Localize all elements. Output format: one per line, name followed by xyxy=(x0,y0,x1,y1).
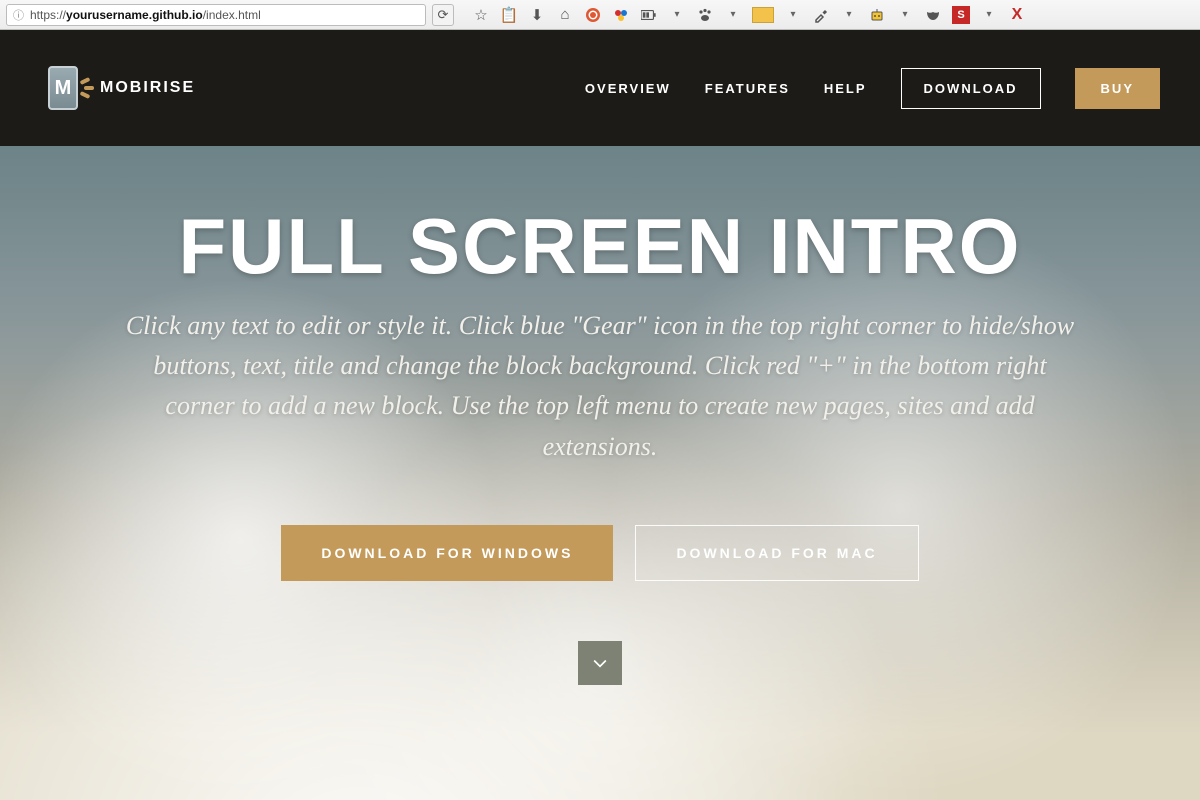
url-text: https://yourusername.github.io/index.htm… xyxy=(30,8,261,22)
scroll-down-button[interactable] xyxy=(578,641,622,685)
buy-button[interactable]: BUY xyxy=(1075,68,1160,109)
primary-nav: OVERVIEW FEATURES HELP DOWNLOAD BUY xyxy=(585,68,1160,109)
hero-title[interactable]: FULL SCREEN INTRO xyxy=(179,206,1022,288)
hero-section: FULL SCREEN INTRO Click any text to edit… xyxy=(0,146,1200,800)
clipboard-icon[interactable]: 📋 xyxy=(500,6,518,24)
brand-logo-icon: M xyxy=(40,65,86,111)
download-button[interactable]: DOWNLOAD xyxy=(901,68,1041,109)
info-icon: ⓘ xyxy=(13,7,24,23)
hero-subtitle[interactable]: Click any text to edit or style it. Clic… xyxy=(120,306,1080,467)
dropdown-icon[interactable]: ▾ xyxy=(784,6,802,24)
dropdown-icon[interactable]: ▾ xyxy=(724,6,742,24)
brand-logo-letter: M xyxy=(48,66,78,110)
duckduckgo-icon[interactable] xyxy=(584,6,602,24)
dropdown-icon[interactable]: ▾ xyxy=(980,6,998,24)
star-icon[interactable]: ☆ xyxy=(472,6,490,24)
x-badge-icon[interactable]: X xyxy=(1008,6,1026,24)
url-path: /index.html xyxy=(203,8,261,22)
chevron-down-icon xyxy=(590,653,610,673)
dropdown-icon[interactable]: ▾ xyxy=(896,6,914,24)
brand-name: MOBIRISE xyxy=(100,79,195,97)
nav-features[interactable]: FEATURES xyxy=(705,81,790,96)
nav-help[interactable]: HELP xyxy=(824,81,867,96)
s-badge-icon[interactable]: S xyxy=(952,6,970,24)
mask-icon[interactable] xyxy=(924,6,942,24)
download-mac-button[interactable]: DOWNLOAD FOR MAC xyxy=(635,525,918,581)
home-icon[interactable]: ⌂ xyxy=(556,6,574,24)
nav-overview[interactable]: OVERVIEW xyxy=(585,81,671,96)
colors-icon[interactable] xyxy=(612,6,630,24)
brand[interactable]: M MOBIRISE xyxy=(40,65,195,111)
paw-icon[interactable] xyxy=(696,6,714,24)
hero-buttons: DOWNLOAD FOR WINDOWS DOWNLOAD FOR MAC xyxy=(281,525,918,581)
url-prefix: https:// xyxy=(30,8,66,22)
brand-rays-icon xyxy=(82,79,92,97)
robot-icon[interactable] xyxy=(868,6,886,24)
toolbar-icons: ☆ 📋 ⬇ ⌂ ▾ ▾ ▾ ▾ ▾ S ▾ X xyxy=(472,6,1026,24)
url-bar[interactable]: ⓘ https://yourusername.github.io/index.h… xyxy=(6,4,426,26)
ruler-icon[interactable] xyxy=(752,7,774,23)
url-host: yourusername.github.io xyxy=(66,8,203,22)
download-windows-button[interactable]: DOWNLOAD FOR WINDOWS xyxy=(281,525,613,581)
dropdown-icon[interactable]: ▾ xyxy=(668,6,686,24)
dropdown-icon[interactable]: ▾ xyxy=(840,6,858,24)
site-header: M MOBIRISE OVERVIEW FEATURES HELP DOWNLO… xyxy=(0,30,1200,146)
battery-icon[interactable] xyxy=(640,6,658,24)
browser-toolbar: ⓘ https://yourusername.github.io/index.h… xyxy=(0,0,1200,30)
download-arrow-icon[interactable]: ⬇ xyxy=(528,6,546,24)
refresh-button[interactable]: ⟳ xyxy=(432,4,454,26)
eyedropper-icon[interactable] xyxy=(812,6,830,24)
